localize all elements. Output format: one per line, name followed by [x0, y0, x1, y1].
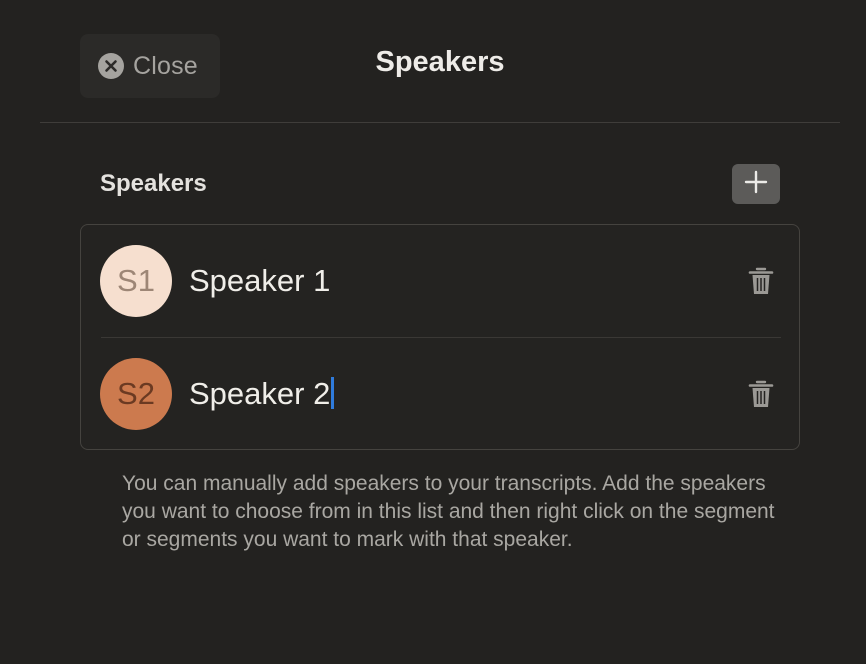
speaker-row: S1 Speaker 1: [81, 225, 799, 337]
close-button[interactable]: Close: [80, 34, 220, 98]
plus-icon: [743, 169, 769, 200]
speaker-list: S1 Speaker 1 S2 Speaker 2: [80, 224, 800, 450]
add-speaker-button[interactable]: [732, 164, 780, 204]
trash-icon[interactable]: [748, 379, 774, 409]
section-title: Speakers: [100, 170, 207, 197]
speakers-panel: Close Speakers Speakers S1 Speaker 1 S2 …: [0, 0, 866, 664]
avatar: S1: [100, 245, 172, 317]
speaker-name-text: Speaker 2: [189, 376, 331, 411]
help-text: You can manually add speakers to your tr…: [122, 472, 775, 551]
close-button-label: Close: [133, 51, 198, 80]
header-divider: [40, 122, 840, 123]
avatar: S2: [100, 358, 172, 430]
text-cursor: [331, 377, 335, 409]
speaker-row: S2 Speaker 2: [81, 338, 799, 450]
close-circle-icon: [98, 53, 124, 79]
speaker-name-field[interactable]: Speaker 1: [189, 263, 330, 299]
page-title: Speakers: [375, 46, 505, 78]
trash-icon[interactable]: [748, 266, 774, 296]
speaker-name-field[interactable]: Speaker 2: [189, 376, 335, 412]
